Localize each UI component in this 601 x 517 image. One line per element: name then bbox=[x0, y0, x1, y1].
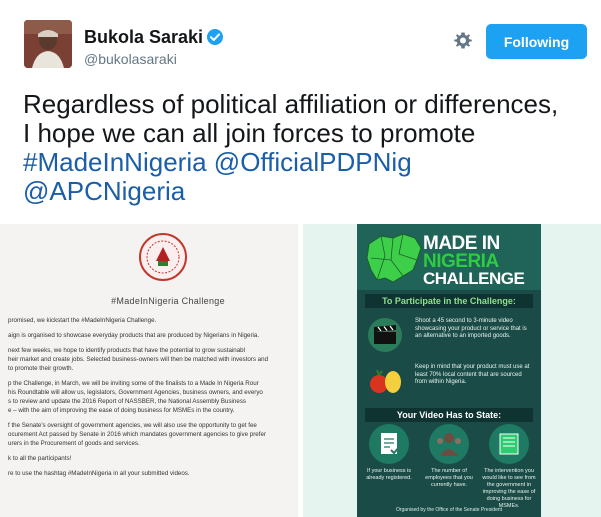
tweet-text: Regardless of political affiliation or d… bbox=[23, 90, 593, 206]
letter-line: urers in the Procurement of goods and se… bbox=[8, 440, 140, 447]
media-gallery: #MadeInNigeria Challenge promised, we ki… bbox=[0, 224, 601, 517]
produce-icon bbox=[370, 369, 401, 393]
registered-caption: If your business is already registered. bbox=[366, 468, 412, 481]
organised-by: Organised by the Office of the Senate Pr… bbox=[395, 507, 503, 513]
registered-circle bbox=[369, 424, 409, 464]
tweet-line: #MadeInNigeria @OfficialPDPNig bbox=[23, 148, 593, 177]
poster-header: MADE IN NIGERIA CHALLENGE bbox=[357, 224, 541, 290]
challenge-poster: MADE IN NIGERIA CHALLENGE To Participate… bbox=[357, 224, 541, 517]
mention-link[interactable]: @OfficialPDPNig bbox=[214, 147, 412, 177]
government-building-icon bbox=[499, 433, 519, 455]
avatar[interactable] bbox=[24, 20, 72, 68]
step-local-content: Keep in mind that your product must use … bbox=[367, 360, 537, 404]
display-name[interactable]: Bukola Saraki bbox=[84, 27, 203, 48]
letter-line: s to review and update the 2016 Report o… bbox=[8, 398, 247, 405]
tweet-line: Regardless of political affiliation or d… bbox=[23, 89, 559, 119]
letter-title: #MadeInNigeria Challenge bbox=[111, 296, 225, 306]
senate-seal-icon bbox=[139, 233, 187, 281]
employees-circle bbox=[429, 424, 469, 464]
hashtag-link[interactable]: #MadeInNigeria bbox=[23, 147, 207, 177]
letter-line: e – with the aim of improving the ease o… bbox=[8, 407, 235, 414]
letter-line: his Roundtable will allow us, legislator… bbox=[8, 389, 263, 396]
verified-badge-icon bbox=[207, 29, 223, 45]
letter-line: f the Senate's oversight of government a… bbox=[8, 422, 257, 429]
letter-line: aign is organised to showcase everyday p… bbox=[8, 332, 260, 339]
letter-photo[interactable]: #MadeInNigeria Challenge promised, we ki… bbox=[0, 224, 298, 517]
following-button[interactable]: Following bbox=[486, 24, 587, 59]
clapperboard-icon bbox=[368, 318, 402, 352]
letter-line: re to use the hashtag #MadeInNigeria in … bbox=[8, 470, 190, 477]
tweet-header: Bukola Saraki @bukolasaraki Following bbox=[0, 0, 601, 80]
letter-line: next few weeks, we hope to identify prod… bbox=[8, 347, 245, 354]
letter-line: p the Challenge, in March, we will be in… bbox=[8, 380, 259, 387]
video-requirements: If your business is already registered. … bbox=[363, 424, 536, 509]
gear-icon[interactable] bbox=[453, 31, 473, 51]
letter-line: ocurement Act passed by Senate in 2016 w… bbox=[8, 431, 266, 438]
tweet-line: I hope we can all join forces to promote bbox=[23, 118, 476, 148]
intervention-circle bbox=[489, 424, 529, 464]
video-state-heading: Your Video Has to State: bbox=[365, 408, 533, 422]
step-video: Shoot a 45 second to 3-minute video show… bbox=[367, 314, 537, 358]
letter-line: k to all the participants! bbox=[8, 455, 72, 462]
tweet-line: @APCNigeria bbox=[23, 177, 593, 206]
poster-photo[interactable]: MADE IN NIGERIA CHALLENGE To Participate… bbox=[303, 224, 601, 517]
mention-link[interactable]: @APCNigeria bbox=[23, 176, 185, 206]
employees-icon bbox=[437, 433, 461, 456]
step-local-content-text: Keep in mind that your product must use … bbox=[415, 364, 530, 385]
letter-line: heir market and create jobs. Selected bu… bbox=[8, 356, 269, 363]
step-video-text: Shoot a 45 second to 3-minute video show… bbox=[415, 318, 527, 339]
nigeria-map-icon bbox=[366, 233, 422, 283]
participate-heading: To Participate in the Challenge: bbox=[365, 294, 533, 308]
employees-caption: The number of employees that you current… bbox=[425, 468, 473, 488]
handle[interactable]: @bukolasaraki bbox=[84, 51, 177, 67]
poster-challenge: CHALLENGE bbox=[423, 269, 525, 288]
letter-body: promised, we kickstart the #MadeInNigeri… bbox=[8, 316, 294, 478]
document-check-icon bbox=[381, 433, 401, 455]
letter-line: to promote their growth. bbox=[8, 365, 74, 372]
letter-line: promised, we kickstart the #MadeInNigeri… bbox=[8, 317, 157, 324]
intervention-caption: The intervention you would like to see f… bbox=[482, 468, 536, 509]
